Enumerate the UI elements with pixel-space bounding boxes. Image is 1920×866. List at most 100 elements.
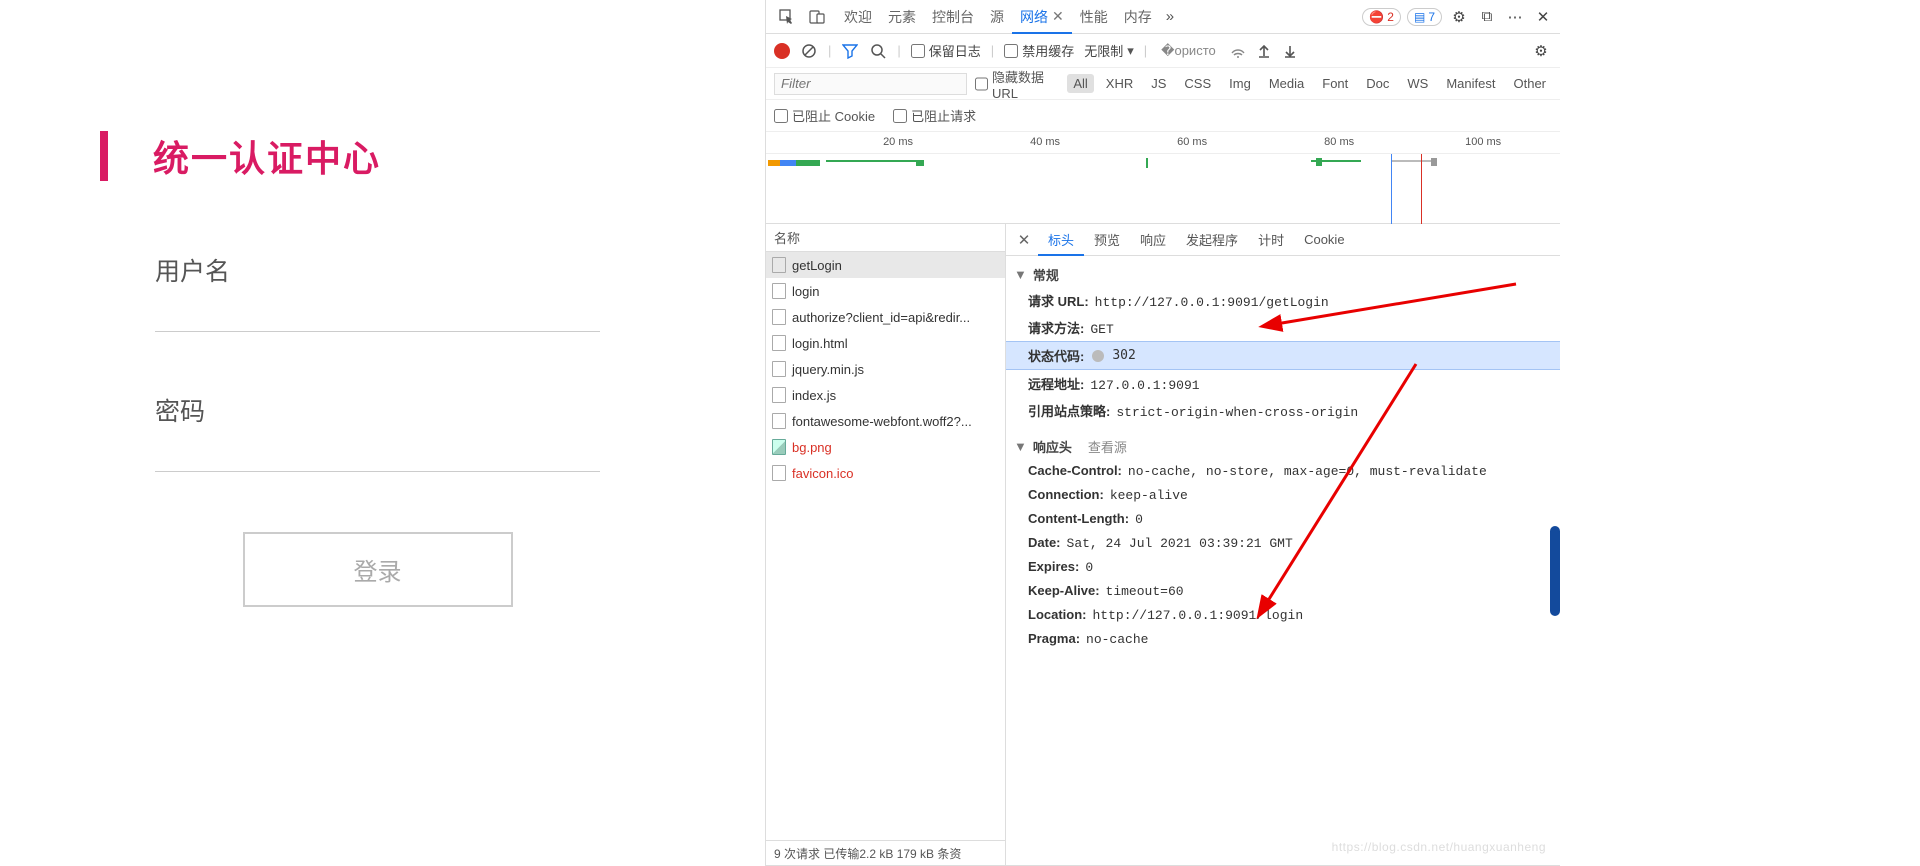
blocked-cookie-label: 已阻止 Cookie (792, 106, 875, 125)
filter-type-xhr[interactable]: XHR (1100, 74, 1139, 93)
filter-type-doc[interactable]: Doc (1360, 74, 1395, 93)
request-item[interactable]: index.js (766, 382, 1005, 408)
error-count-badge[interactable]: ⛔2 (1362, 8, 1401, 26)
request-item[interactable]: bg.png (766, 434, 1005, 460)
file-icon (772, 361, 786, 377)
filter-type-img[interactable]: Img (1223, 74, 1257, 93)
close-detail-icon[interactable]: ✕ (1010, 231, 1038, 249)
header-value: no-cache, no-store, max-age=0, must-reva… (1128, 464, 1487, 479)
filter-type-manifest[interactable]: Manifest (1440, 74, 1501, 93)
detail-tab-3[interactable]: 发起程序 (1176, 224, 1248, 255)
filter-input[interactable] (774, 73, 967, 95)
inspect-element-icon[interactable] (772, 2, 802, 32)
close-devtools-icon[interactable]: ✕ (1532, 8, 1554, 26)
response-header-row: Cache-Control:no-cache, no-store, max-ag… (1006, 459, 1560, 483)
record-button[interactable] (774, 43, 790, 59)
throttle-label: 无限制 (1084, 41, 1123, 60)
devtools-tab-6[interactable]: 内存 (1116, 0, 1160, 33)
request-list-header[interactable]: 名称 (766, 224, 1005, 252)
filter-type-all[interactable]: All (1067, 74, 1093, 93)
filter-type-ws[interactable]: WS (1401, 74, 1434, 93)
request-item[interactable]: fontawesome-webfont.woff2?... (766, 408, 1005, 434)
view-source-link[interactable]: 查看源 (1088, 437, 1127, 456)
hide-data-url-checkbox[interactable]: 隐藏数据 URL (975, 67, 1059, 101)
general-section-title[interactable]: ▼常规 (1006, 262, 1560, 287)
filter-type-js[interactable]: JS (1145, 74, 1172, 93)
login-header: 统一认证中心 (100, 130, 765, 182)
request-item[interactable]: favicon.ico (766, 460, 1005, 486)
devtools-tab-0[interactable]: 欢迎 (836, 0, 880, 33)
detail-tab-1[interactable]: 预览 (1084, 224, 1130, 255)
general-title-text: 常规 (1033, 265, 1059, 284)
request-url-key: 请求 URL: (1028, 291, 1089, 310)
upload-icon[interactable] (1256, 43, 1272, 59)
devtools-tab-3[interactable]: 源 (982, 0, 1012, 33)
devtools-tab-1[interactable]: 元素 (880, 0, 924, 33)
response-headers-section-title[interactable]: ▼响应头查看源 (1006, 434, 1560, 459)
detail-tab-2[interactable]: 响应 (1130, 224, 1176, 255)
devtools-tab-4[interactable]: 网络✕ (1012, 0, 1072, 33)
filter-types: All XHR JS CSS Img Media Font Doc WS Manifest Othe… (1067, 74, 1552, 93)
devtools-tab-5[interactable]: 性能 (1072, 0, 1116, 33)
more-menu-icon[interactable]: ⋯ (1504, 8, 1526, 26)
filter-type-css[interactable]: CSS (1178, 74, 1217, 93)
filter-type-media[interactable]: Media (1263, 74, 1310, 93)
request-detail: ✕ 标头预览响应发起程序计时Cookie ▼常规 请求 URL:http://1… (1006, 224, 1560, 865)
request-method-key: 请求方法: (1028, 318, 1084, 337)
filter-icon[interactable] (841, 42, 859, 60)
request-item-name: login (792, 284, 819, 299)
status-code-key: 状态代码: (1028, 346, 1084, 365)
blocked-cookie-checkbox[interactable]: 已阻止 Cookie (774, 106, 875, 125)
detail-tab-5[interactable]: Cookie (1294, 224, 1354, 255)
settings-icon[interactable]: ⚙ (1448, 8, 1470, 26)
disable-cache-label: 禁用缓存 (1022, 41, 1074, 60)
preserve-log-checkbox[interactable]: 保留日志 (911, 41, 981, 60)
request-item[interactable]: login.html (766, 330, 1005, 356)
network-conditions-icon[interactable] (1230, 43, 1246, 59)
login-button[interactable]: 登录 (243, 532, 513, 607)
search-icon[interactable] (869, 42, 887, 60)
device-toggle-icon[interactable] (802, 2, 832, 32)
request-item[interactable]: jquery.min.js (766, 356, 1005, 382)
response-header-row: Connection:keep-alive (1006, 483, 1560, 507)
wifi-icon[interactable]: �ористо (1161, 43, 1216, 59)
message-count-badge[interactable]: ▤7 (1407, 8, 1442, 26)
scrollbar-handle[interactable] (1550, 526, 1560, 616)
detail-tab-4[interactable]: 计时 (1248, 224, 1294, 255)
username-input[interactable] (155, 302, 600, 332)
request-item[interactable]: authorize?client_id=api&redir... (766, 304, 1005, 330)
request-list: 名称 getLogin login authorize?client_id=api&… (766, 224, 1006, 865)
request-item-name: favicon.ico (792, 466, 853, 481)
detail-body[interactable]: ▼常规 请求 URL:http://127.0.0.1:9091/getLogi… (1006, 256, 1560, 865)
download-icon[interactable] (1282, 43, 1298, 59)
throttle-select[interactable]: 无限制▾ (1084, 41, 1134, 60)
waterfall-timeline[interactable]: 20 ms40 ms60 ms80 ms100 ms (766, 132, 1560, 224)
accent-bar (100, 131, 108, 181)
password-input[interactable] (155, 442, 600, 472)
dock-icon[interactable]: ⧉ (1476, 8, 1498, 25)
status-dot-icon (1092, 350, 1104, 362)
referrer-policy-value: strict-origin-when-cross-origin (1116, 405, 1358, 420)
clear-button[interactable] (800, 42, 818, 60)
login-form: 用户名 密码 登录 (155, 252, 600, 607)
more-tabs-icon[interactable]: » (1160, 8, 1180, 25)
referrer-policy-row: 引用站点策略: strict-origin-when-cross-origin (1006, 397, 1560, 424)
remote-address-value: 127.0.0.1:9091 (1090, 378, 1199, 393)
tab-close-icon[interactable]: ✕ (1052, 8, 1064, 25)
request-item[interactable]: getLogin (766, 252, 1005, 278)
request-item[interactable]: login (766, 278, 1005, 304)
filter-type-font[interactable]: Font (1316, 74, 1354, 93)
page-title: 统一认证中心 (153, 130, 381, 182)
response-headers-title-text: 响应头 (1033, 437, 1072, 456)
disable-cache-checkbox[interactable]: 禁用缓存 (1004, 41, 1074, 60)
file-icon (772, 335, 786, 351)
topbar-right: ⛔2 ▤7 ⚙ ⧉ ⋯ ✕ (1362, 8, 1554, 26)
detail-tab-0[interactable]: 标头 (1038, 224, 1084, 255)
devtools-tab-2[interactable]: 控制台 (924, 0, 982, 33)
request-status-bar: 9 次请求 已传输2.2 kB 179 kB 条资 (766, 840, 1005, 865)
referrer-policy-key: 引用站点策略: (1028, 401, 1110, 420)
blocked-request-checkbox[interactable]: 已阻止请求 (893, 106, 976, 125)
name-column-header: 名称 (774, 228, 800, 247)
filter-type-other[interactable]: Other (1507, 74, 1552, 93)
network-settings-icon[interactable]: ⚙ (1530, 42, 1552, 60)
